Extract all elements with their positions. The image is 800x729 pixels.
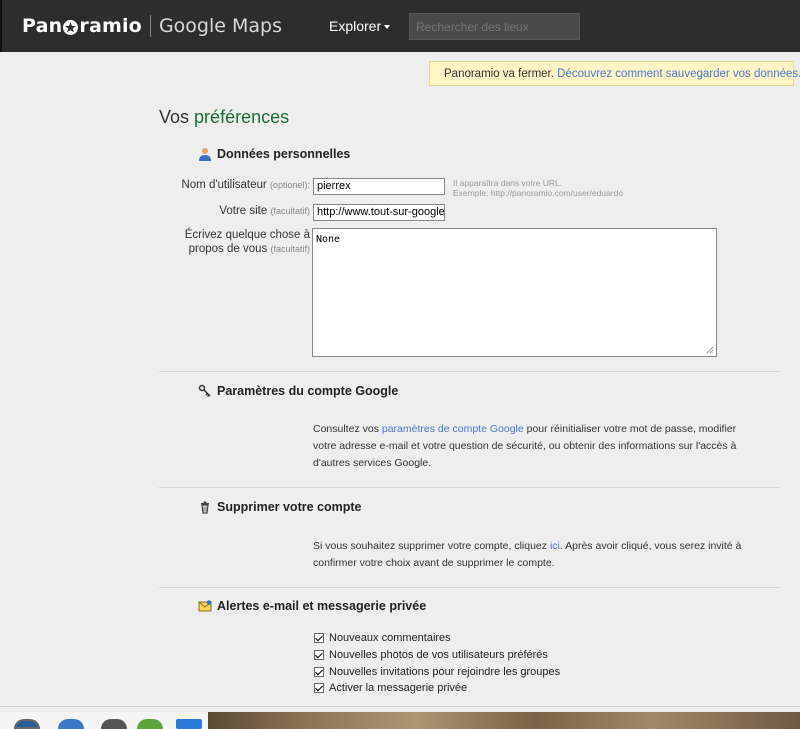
logo-star-icon xyxy=(63,19,79,35)
alert-option-label: Nouvelles invitations pour rejoindre les… xyxy=(329,666,561,678)
panoramio-logo[interactable]: Pan ramio Google Maps xyxy=(22,14,282,38)
about-label-optional: (facultatif) xyxy=(270,244,310,254)
search-input[interactable] xyxy=(409,13,580,40)
logo-divider xyxy=(149,15,151,37)
alert-option-label: Nouveaux commentaires xyxy=(329,632,451,644)
alert-option-group-invitations[interactable]: Nouvelles invitations pour rejoindre les… xyxy=(314,666,560,678)
section-alerts-heading: Alertes e-mail et messagerie privée xyxy=(198,599,426,613)
section-alerts-title: Alertes e-mail et messagerie privée xyxy=(217,599,427,613)
username-label-optional: (optionel): xyxy=(269,180,310,190)
notice-link[interactable]: Découvrez comment sauvegarder vos donnée… xyxy=(557,68,800,80)
section-delete-heading: Supprimer votre compte xyxy=(198,500,361,514)
delete-account-link[interactable]: ici xyxy=(550,540,560,552)
alert-option-label: Activer la messagerie privée xyxy=(329,682,468,694)
logo-text-end: ramio xyxy=(79,15,142,37)
google-account-description: Consultez vos paramètres de compte Googl… xyxy=(313,421,753,472)
taskbar-blue-icon[interactable] xyxy=(176,719,202,729)
section-personal-title: Données personnelles xyxy=(217,147,351,161)
alert-option-label: Nouvelles photos de vos utilisateurs pré… xyxy=(329,649,548,661)
alert-option-private-messaging[interactable]: Activer la messagerie privée xyxy=(314,682,467,694)
trash-icon xyxy=(198,500,212,514)
username-field[interactable]: pierrex xyxy=(313,178,445,195)
section-google-account-title: Paramètres du compte Google xyxy=(217,384,399,398)
website-field[interactable]: http://www.tout-sur-google xyxy=(313,204,445,221)
logo-wordmark: Pan ramio xyxy=(22,15,142,37)
username-label: Nom d'utilisateur (optionel): xyxy=(160,179,310,191)
key-icon xyxy=(198,384,212,398)
section-personal-heading: Données personnelles xyxy=(198,147,350,161)
delete-account-description: Si vous souhaitez supprimer votre compte… xyxy=(313,538,753,572)
photo-strip xyxy=(208,712,800,729)
closing-notice: Panoramio va fermer. Découvrez comment s… xyxy=(429,61,800,86)
checkbox-checked[interactable] xyxy=(314,633,324,643)
taskbar-app-icon[interactable] xyxy=(101,719,127,729)
section-google-account-heading: Paramètres du compte Google xyxy=(198,384,398,398)
website-label-optional: (facultatif) xyxy=(270,206,310,216)
explorer-menu[interactable]: Explorer xyxy=(329,18,391,34)
chevron-down-icon xyxy=(384,25,391,30)
about-label: Écrivez quelque chose à propos de vous (… xyxy=(160,228,310,256)
page-title-prefix: Vos xyxy=(159,107,190,127)
divider xyxy=(159,371,780,372)
checkbox-checked[interactable] xyxy=(314,683,324,693)
checkbox-checked[interactable] xyxy=(314,667,324,677)
username-hint-line2: Exemple: http://panoramio.com/user/eduar… xyxy=(453,188,624,198)
username-label-text: Nom d'utilisateur xyxy=(181,179,267,191)
username-hint: Il apparaîtra dans votre URL. Exemple: h… xyxy=(453,178,623,198)
logo-google-maps: Google Maps xyxy=(158,15,282,37)
top-bar: Pan ramio Google Maps Explorer xyxy=(0,0,800,52)
divider xyxy=(159,587,780,588)
website-label: Votre site (facultatif) xyxy=(160,205,310,217)
username-hint-line1: Il apparaîtra dans votre URL. xyxy=(453,178,563,188)
alert-option-comments[interactable]: Nouveaux commentaires xyxy=(314,632,451,644)
explorer-label: Explorer xyxy=(329,18,382,34)
taskbar-green-icon[interactable] xyxy=(137,719,163,729)
taskbar-ie-icon[interactable] xyxy=(14,719,40,729)
about-textarea-value: None xyxy=(316,234,341,245)
notice-text: Panoramio va fermer. xyxy=(444,68,554,80)
checkbox-checked[interactable] xyxy=(314,650,324,660)
website-label-text: Votre site xyxy=(219,205,268,217)
about-textarea[interactable]: None xyxy=(312,228,717,357)
alert-option-favorite-photos[interactable]: Nouvelles photos de vos utilisateurs pré… xyxy=(314,649,548,661)
section-delete-title: Supprimer votre compte xyxy=(217,500,362,514)
google-account-settings-link[interactable]: paramètres de compte Google xyxy=(382,423,524,435)
taskbar-globe-icon[interactable] xyxy=(58,719,84,729)
divider xyxy=(159,487,780,488)
delete-text-before: Si vous souhaitez supprimer votre compte… xyxy=(313,540,548,552)
google-account-text-before: Consultez vos xyxy=(313,423,379,435)
about-label-line2: propos de vous xyxy=(188,243,268,255)
mail-alert-icon xyxy=(198,599,212,613)
resize-grip-icon[interactable] xyxy=(706,346,714,354)
about-label-line1: Écrivez quelque chose à xyxy=(184,229,310,241)
page-title: Vos préférences xyxy=(159,107,289,128)
logo-text-start: Pan xyxy=(22,15,63,37)
page-title-highlight: préférences xyxy=(194,107,290,127)
user-icon xyxy=(198,147,212,161)
